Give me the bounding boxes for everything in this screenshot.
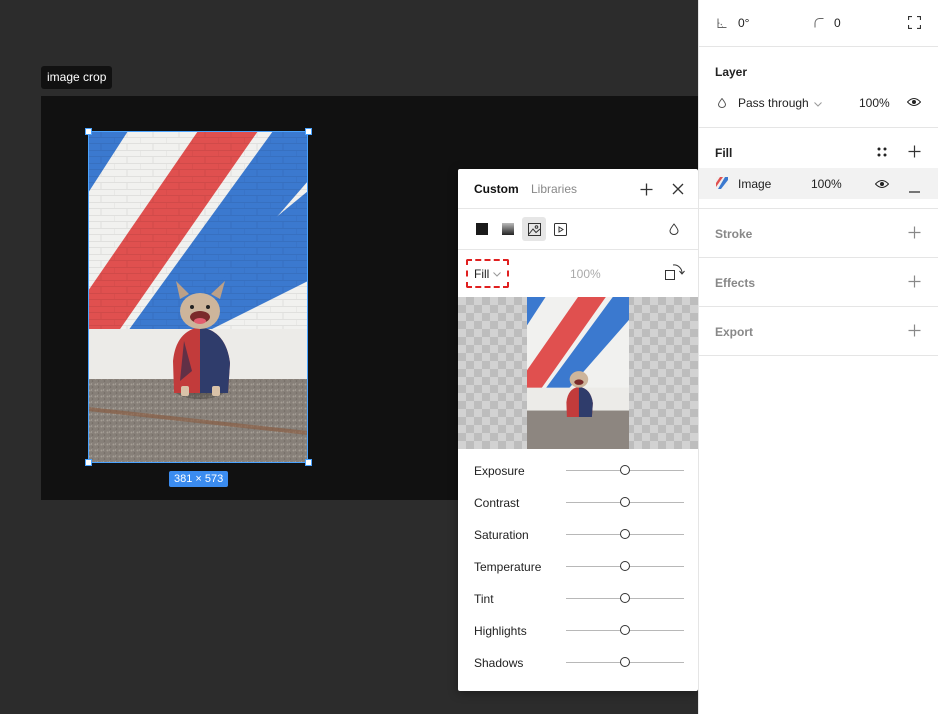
layer-section: Layer Pass through 100% xyxy=(699,47,938,128)
image-adjustments: Exposure Contrast Saturation Temperature… xyxy=(458,455,698,679)
adjustment-row: Saturation xyxy=(458,519,698,551)
stroke-title: Stroke xyxy=(715,227,753,241)
adjustment-row: Shadows xyxy=(458,647,698,679)
image-fill-icon[interactable] xyxy=(522,217,546,241)
gradient-fill-icon[interactable] xyxy=(496,217,520,241)
adjustment-label: Temperature xyxy=(474,560,542,574)
add-style-icon[interactable] xyxy=(637,180,655,198)
transform-section: 0° 0 xyxy=(699,0,938,47)
independent-corners-icon[interactable] xyxy=(907,15,922,32)
resize-handle-bottom-left[interactable] xyxy=(85,459,92,466)
adjustment-label: Contrast xyxy=(474,496,520,510)
fill-item-label: Image xyxy=(738,177,772,191)
adjustment-slider-thumb[interactable] xyxy=(620,497,630,507)
layer-title: Layer xyxy=(715,65,748,79)
adjustment-label: Highlights xyxy=(474,624,527,638)
image-opacity[interactable]: 100% xyxy=(570,267,601,281)
scale-mode-label: Fill xyxy=(474,266,490,281)
fill-section: Fill Image 100% xyxy=(699,128,938,209)
adjustment-slider-thumb[interactable] xyxy=(620,465,630,475)
add-export-icon[interactable] xyxy=(908,324,922,338)
adjustment-slider-thumb[interactable] xyxy=(620,529,630,539)
tab-custom[interactable]: Custom xyxy=(474,182,519,196)
effects-section: Effects xyxy=(699,258,938,307)
dimensions-badge: 381 × 573 xyxy=(169,471,229,487)
visibility-eye-icon[interactable] xyxy=(906,96,922,110)
rotation-icon xyxy=(717,17,727,31)
paint-type-row xyxy=(458,209,698,250)
adjustment-slider-thumb[interactable] xyxy=(620,657,630,667)
style-grid-icon[interactable] xyxy=(877,146,887,160)
blend-mode-icon xyxy=(717,97,727,111)
blend-mode-icon[interactable] xyxy=(662,217,686,241)
adjustment-slider-thumb[interactable] xyxy=(620,593,630,603)
adjustment-label: Saturation xyxy=(474,528,529,542)
effects-title: Effects xyxy=(715,276,756,290)
fill-item-opacity[interactable]: 100% xyxy=(811,177,842,191)
adjustment-label: Exposure xyxy=(474,464,525,478)
adjustment-row: Contrast xyxy=(458,487,698,519)
adjustment-slider-thumb[interactable] xyxy=(620,561,630,571)
rotate-icon[interactable] xyxy=(664,262,686,284)
remove-fill-icon[interactable] xyxy=(909,182,920,196)
resize-handle-bottom-right[interactable] xyxy=(305,459,312,466)
solid-fill-icon[interactable] xyxy=(470,217,494,241)
image-thumbnail-icon[interactable] xyxy=(716,177,728,192)
image-mode-row: Fill 100% xyxy=(458,250,698,297)
image-scale-mode-dropdown[interactable]: Fill xyxy=(466,259,509,288)
selected-image[interactable] xyxy=(88,131,308,463)
export-title: Export xyxy=(715,325,754,339)
add-stroke-icon[interactable] xyxy=(908,226,922,240)
adjustment-row: Temperature xyxy=(458,551,698,583)
adjustment-label: Shadows xyxy=(474,656,524,670)
resize-handle-top-right[interactable] xyxy=(305,128,312,135)
stroke-section: Stroke xyxy=(699,209,938,258)
chevron-down-icon xyxy=(493,269,502,279)
preview-thumbnail xyxy=(527,297,629,449)
add-effect-icon[interactable] xyxy=(908,275,922,289)
blend-mode-label: Pass through xyxy=(738,96,809,110)
dog-photo xyxy=(88,131,308,463)
adjustment-row: Highlights xyxy=(458,615,698,647)
export-section: Export xyxy=(699,307,938,356)
tab-libraries[interactable]: Libraries xyxy=(531,182,577,196)
fill-popover: Custom Libraries Fill 100% Exposure Cont… xyxy=(458,169,698,691)
fill-item-row[interactable]: Image 100% xyxy=(699,168,938,199)
add-fill-icon[interactable] xyxy=(908,145,922,159)
frame-label[interactable]: image crop xyxy=(41,66,113,89)
layer-opacity-input[interactable]: 100% xyxy=(859,96,890,110)
chevron-down-icon xyxy=(813,96,822,110)
adjustment-label: Tint xyxy=(474,592,494,606)
popover-header: Custom Libraries xyxy=(458,169,698,209)
properties-panel: 0° 0 Layer Pass through 100% Fill Image … xyxy=(698,0,938,714)
image-preview[interactable] xyxy=(458,297,698,449)
video-fill-icon[interactable] xyxy=(548,217,572,241)
adjustment-row: Tint xyxy=(458,583,698,615)
rotation-input[interactable]: 0° xyxy=(738,16,749,30)
adjustment-slider-thumb[interactable] xyxy=(620,625,630,635)
fill-title: Fill xyxy=(715,146,733,160)
corner-radius-icon xyxy=(814,17,824,31)
adjustment-row: Exposure xyxy=(458,455,698,487)
resize-handle-top-left[interactable] xyxy=(85,128,92,135)
visibility-eye-icon[interactable] xyxy=(874,178,890,192)
close-icon[interactable] xyxy=(669,180,687,198)
blend-mode-dropdown[interactable]: Pass through xyxy=(738,96,822,110)
corner-radius-input[interactable]: 0 xyxy=(834,16,841,30)
